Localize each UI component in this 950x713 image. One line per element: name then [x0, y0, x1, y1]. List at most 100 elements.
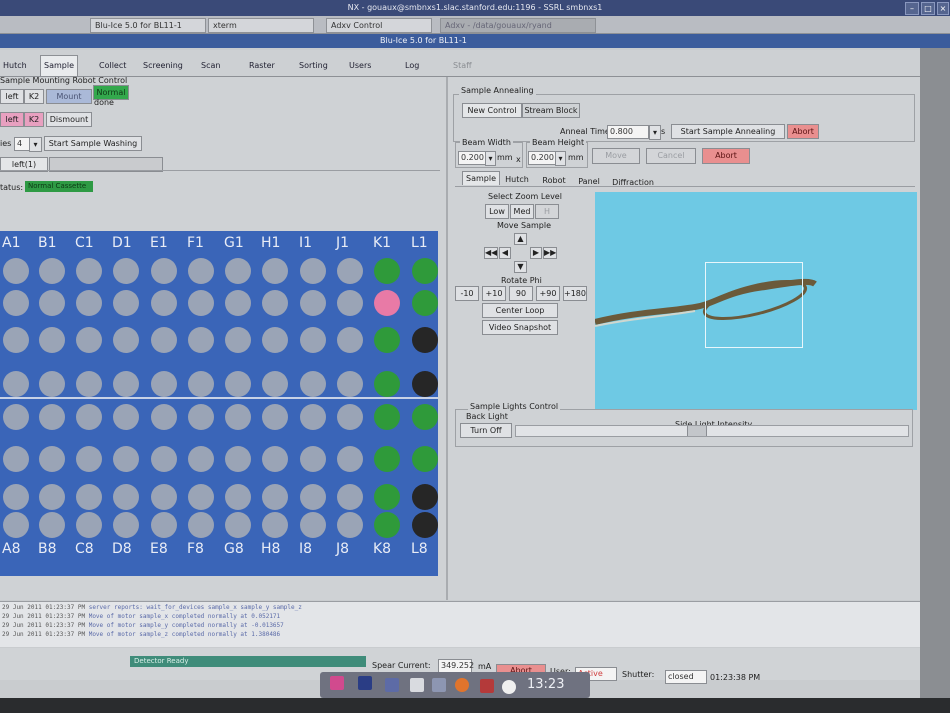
plate-well[interactable]: [39, 371, 65, 397]
task-tab-bluice[interactable]: Blu-Ice 5.0 for BL11-1: [90, 18, 206, 33]
plate-well[interactable]: [39, 258, 65, 284]
rotate-plus90-button[interactable]: +90: [536, 286, 560, 301]
plate-well[interactable]: [225, 404, 251, 430]
plate-well[interactable]: [225, 371, 251, 397]
plate-well[interactable]: [412, 404, 438, 430]
move-right-fast-icon[interactable]: ▶▶: [543, 247, 557, 259]
beam-width-dropdown-icon[interactable]: ▾: [485, 151, 496, 166]
plate-well[interactable]: [374, 258, 400, 284]
plate-well[interactable]: [337, 371, 363, 397]
plate-well[interactable]: [374, 484, 400, 510]
plate-well[interactable]: [225, 327, 251, 353]
task-tab-adxv-control[interactable]: Adxv Control: [326, 18, 432, 33]
plate-well[interactable]: [337, 484, 363, 510]
plate-well[interactable]: [188, 404, 214, 430]
plate-well[interactable]: [262, 484, 288, 510]
plate-well[interactable]: [225, 446, 251, 472]
plate-well[interactable]: [76, 512, 102, 538]
start-annealing-button[interactable]: Start Sample Annealing: [671, 124, 785, 139]
dismount-port-field[interactable]: K2: [24, 112, 44, 127]
plate-well[interactable]: [188, 371, 214, 397]
subtab-sample[interactable]: Sample: [462, 171, 500, 185]
move-right-icon[interactable]: ▶: [530, 247, 542, 259]
cycles-dropdown-icon[interactable]: ▾: [29, 137, 42, 152]
rotate-90-button[interactable]: 90: [509, 286, 533, 301]
plate-well[interactable]: [151, 446, 177, 472]
plate-well[interactable]: [113, 290, 139, 316]
power-icon[interactable]: [502, 680, 516, 694]
close-icon[interactable]: ×: [937, 2, 949, 15]
tab-hutch[interactable]: Hutch: [0, 58, 30, 74]
plate-well[interactable]: [188, 290, 214, 316]
plate-well[interactable]: [262, 290, 288, 316]
plate-well[interactable]: [3, 484, 29, 510]
tab-new-control[interactable]: New Control: [462, 103, 522, 118]
editor-icon[interactable]: [410, 678, 424, 692]
tab-sample[interactable]: Sample: [40, 55, 78, 76]
plate-well[interactable]: [113, 327, 139, 353]
tab-raster[interactable]: Raster: [246, 58, 278, 74]
plate-well[interactable]: [113, 258, 139, 284]
plate-well[interactable]: [412, 512, 438, 538]
plate-well[interactable]: [300, 258, 326, 284]
plate-well[interactable]: [337, 446, 363, 472]
tab-collect[interactable]: Collect: [96, 58, 129, 74]
plate-well[interactable]: [225, 484, 251, 510]
plate-well[interactable]: [76, 290, 102, 316]
plate-well[interactable]: [300, 290, 326, 316]
subtab-diffraction[interactable]: Diffraction: [608, 176, 658, 189]
plate-well[interactable]: [113, 446, 139, 472]
cancel-button[interactable]: Cancel: [646, 148, 696, 164]
side-light-slider[interactable]: [515, 425, 909, 437]
plate-well[interactable]: [300, 371, 326, 397]
move-left-icon[interactable]: ◀: [499, 247, 511, 259]
plate-well[interactable]: [188, 512, 214, 538]
tab-scan[interactable]: Scan: [198, 58, 223, 74]
plate-well[interactable]: [374, 446, 400, 472]
dismount-side-field[interactable]: left: [0, 112, 24, 127]
subtab-hutch[interactable]: Hutch: [500, 173, 534, 186]
plate-well[interactable]: [76, 258, 102, 284]
plate-well[interactable]: [300, 484, 326, 510]
plate-well[interactable]: [300, 404, 326, 430]
plate-well[interactable]: [337, 258, 363, 284]
tab-users[interactable]: Users: [346, 58, 374, 74]
beam-height-dropdown-icon[interactable]: ▾: [555, 151, 566, 166]
plate-well[interactable]: [39, 484, 65, 510]
plate-well[interactable]: [3, 258, 29, 284]
plate-well[interactable]: [412, 290, 438, 316]
plate-well[interactable]: [337, 404, 363, 430]
plate-well[interactable]: [412, 484, 438, 510]
turn-off-button[interactable]: Turn Off: [460, 423, 512, 438]
plate-well[interactable]: [76, 327, 102, 353]
plate-well[interactable]: [151, 404, 177, 430]
plate-well[interactable]: [3, 290, 29, 316]
plate-well[interactable]: [76, 371, 102, 397]
plate-well[interactable]: [151, 371, 177, 397]
plate-well[interactable]: [412, 371, 438, 397]
tab-staff[interactable]: Staff: [450, 58, 475, 74]
move-left-fast-icon[interactable]: ◀◀: [484, 247, 498, 259]
plate-well[interactable]: [39, 446, 65, 472]
video-snapshot-button[interactable]: Video Snapshot: [482, 320, 558, 335]
plate-well[interactable]: [337, 327, 363, 353]
mount-port-field[interactable]: K2: [24, 89, 44, 104]
mount-side-field[interactable]: left: [0, 89, 24, 104]
plate-well[interactable]: [188, 327, 214, 353]
sample-video[interactable]: [595, 192, 917, 410]
plate-well[interactable]: [412, 446, 438, 472]
plate-well[interactable]: [337, 512, 363, 538]
tab-log[interactable]: Log: [402, 58, 422, 74]
plate-well[interactable]: [300, 446, 326, 472]
plate-well[interactable]: [151, 327, 177, 353]
tab-sorting[interactable]: Sorting: [296, 58, 331, 74]
rotate-plus10-button[interactable]: +10: [482, 286, 506, 301]
plate-well[interactable]: [188, 258, 214, 284]
zoom-med-button[interactable]: Med: [510, 204, 534, 219]
tab-screening[interactable]: Screening: [140, 58, 186, 74]
maximize-icon[interactable]: □: [921, 2, 935, 15]
beam-width-field[interactable]: 0.200: [458, 151, 486, 165]
start-washing-button[interactable]: Start Sample Washing: [44, 136, 142, 151]
plate-well[interactable]: [151, 512, 177, 538]
plate-well[interactable]: [262, 327, 288, 353]
